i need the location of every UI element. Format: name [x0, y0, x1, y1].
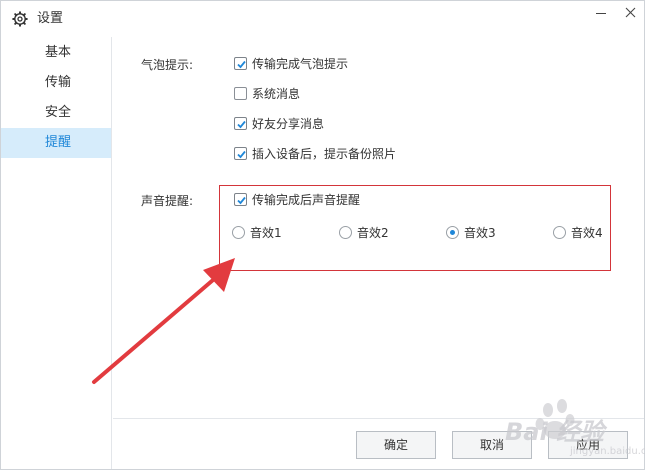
sidebar: 基本 传输 安全 提醒: [1, 37, 112, 469]
checkbox[interactable]: [234, 87, 247, 100]
ok-button[interactable]: 确定: [356, 431, 436, 459]
sidebar-item-transfer[interactable]: 传输: [1, 68, 111, 98]
window-title: 设置: [37, 11, 64, 26]
close-button[interactable]: [615, 1, 645, 25]
watermark-text: Bai 经验: [505, 418, 605, 446]
checkmark-icon: [237, 120, 246, 129]
checkbox[interactable]: [234, 147, 247, 160]
checkmark-icon: [237, 60, 246, 69]
radio-button[interactable]: [553, 226, 566, 239]
checkbox[interactable]: [234, 193, 247, 206]
checkmark-icon: [237, 196, 246, 205]
radio-button[interactable]: [339, 226, 352, 239]
close-icon: [625, 7, 636, 18]
radio-button[interactable]: [446, 226, 459, 239]
gear-icon: [12, 11, 28, 27]
radio-button[interactable]: [232, 226, 245, 239]
checkbox[interactable]: [234, 57, 247, 70]
sidebar-item-reminder[interactable]: 提醒: [1, 128, 111, 158]
minimize-icon: [596, 13, 606, 14]
sidebar-item-security[interactable]: 安全: [1, 98, 111, 128]
minimize-button[interactable]: [587, 1, 617, 25]
checkmark-icon: [237, 150, 246, 159]
bubble-section-label: 气泡提示:: [141, 58, 194, 72]
sidebar-item-basic[interactable]: 基本: [1, 38, 111, 68]
sound-section-label: 声音提醒:: [141, 194, 194, 208]
checkbox[interactable]: [234, 117, 247, 130]
settings-window: 设置 基本 传输 安全 提醒 气泡提示: 传输完成气泡提示 系统消息 好友分享消…: [0, 0, 645, 470]
watermark-url: jingyan.baidu.com: [570, 446, 645, 457]
title-bar: 设置: [1, 1, 644, 37]
